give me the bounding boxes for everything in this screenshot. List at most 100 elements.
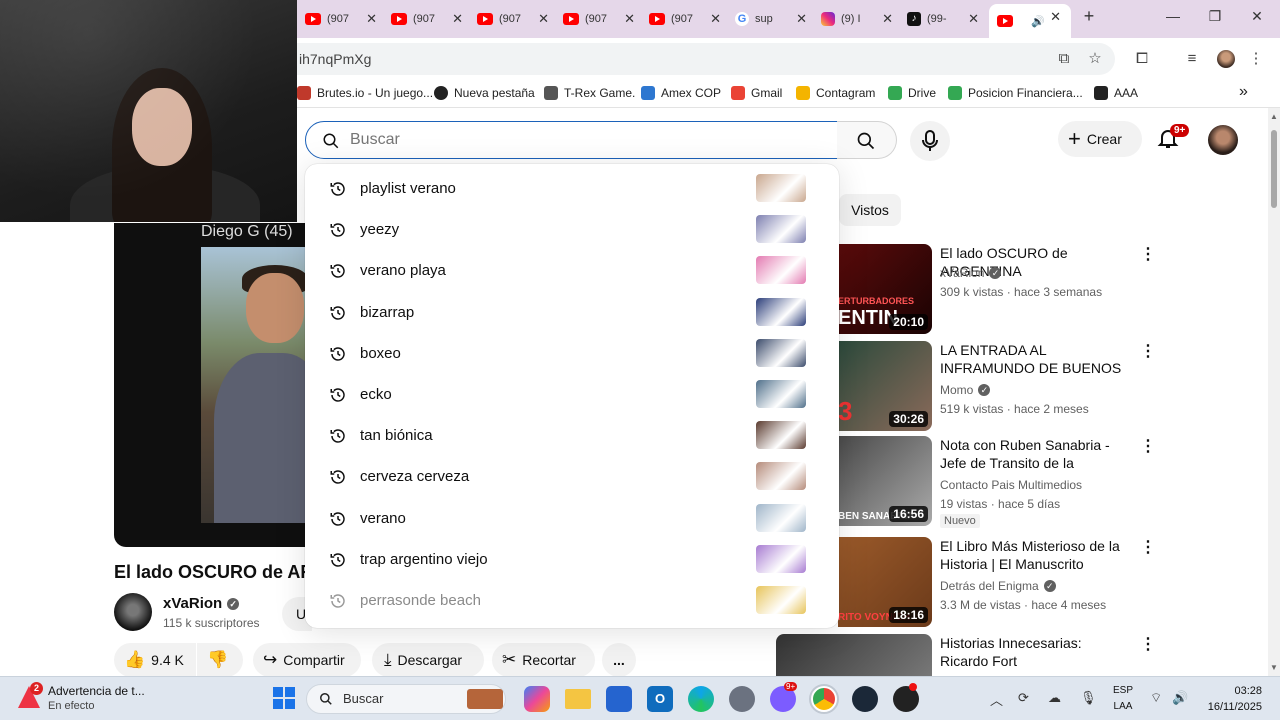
microsoft-store-icon[interactable] <box>606 686 632 712</box>
bookmark-item[interactable]: Posicion Financiera... <box>948 86 1083 100</box>
bookmark-item[interactable]: Drive <box>888 86 936 100</box>
related-video-title[interactable]: El Libro Más Misterioso de la Historia |… <box>940 537 1130 573</box>
channel-name[interactable]: xVaRion ✓ <box>163 595 240 612</box>
search-suggestion[interactable]: bizarrap <box>305 292 839 333</box>
search-suggestion[interactable]: tan biónica <box>305 415 839 456</box>
search-suggestion[interactable]: yeezy <box>305 209 839 250</box>
volume-icon[interactable]: 🔊 <box>1172 690 1188 706</box>
copilot-icon[interactable] <box>524 686 550 712</box>
share-button[interactable]: ↪ Compartir <box>253 643 361 676</box>
related-video-title[interactable]: Historias Innecesarias: Ricardo Fort <box>940 634 1130 670</box>
more-options-icon[interactable]: ⋮ <box>1140 636 1156 654</box>
close-window-icon[interactable]: ✕ <box>1247 8 1267 25</box>
video-thumbnail[interactable]: BEN SANABRIA 16:56 <box>838 436 932 526</box>
like-button[interactable]: 👍 9.4 K <box>114 643 196 676</box>
outlook-icon[interactable]: O <box>647 686 673 712</box>
close-tab-icon[interactable]: ✕ <box>452 11 463 27</box>
related-channel[interactable]: Momo ✓ <box>940 383 991 397</box>
close-tab-icon[interactable]: ✕ <box>968 11 979 27</box>
browser-menu-icon[interactable]: ⋮ <box>1247 50 1265 68</box>
page-scrollbar[interactable]: ▲ ▼ <box>1268 108 1280 676</box>
channel-avatar[interactable] <box>114 593 152 631</box>
language-indicator[interactable]: ESP LAA <box>1112 683 1134 715</box>
bookmark-item[interactable]: AAA <box>1094 86 1138 100</box>
browser-profile-avatar[interactable] <box>1217 50 1235 68</box>
new-tab-button[interactable]: + <box>1079 6 1099 27</box>
more-options-icon[interactable]: ⋮ <box>1140 246 1156 264</box>
bookmark-item[interactable]: Gmail <box>731 86 782 100</box>
bookmark-item[interactable]: Nueva pestaña <box>434 86 535 100</box>
search-suggestion[interactable]: verano <box>305 498 839 539</box>
video-player[interactable]: Diego G (45) <box>114 223 329 547</box>
dislike-button[interactable]: 👎 <box>197 643 243 676</box>
close-tab-icon[interactable]: ✕ <box>366 11 377 27</box>
search-suggestion[interactable]: cerveza cerveza <box>305 456 839 497</box>
steam-icon[interactable] <box>852 686 878 712</box>
media-control-icon[interactable]: ≡ <box>1183 50 1201 68</box>
download-button[interactable]: ⤓ Descargar <box>372 643 484 676</box>
related-video-item[interactable]: Historias Innecesarias: Ricardo Fort ⋮ <box>776 634 1156 676</box>
video-thumbnail[interactable]: ERTURBADORES ENTIN 20:10 <box>838 244 932 334</box>
scrollbar-thumb[interactable] <box>1271 130 1277 208</box>
related-video-title[interactable]: LA ENTRADA AL INFRAMUNDO DE BUENOS AIRES <box>940 341 1130 377</box>
notifications-button[interactable]: 9+ <box>1156 124 1190 152</box>
video-thumbnail[interactable]: 3 30:26 <box>838 341 932 431</box>
bookmark-item[interactable]: Brutes.io - Un juego... <box>297 86 433 100</box>
browser-tab-0[interactable]: (907 ✕ <box>305 6 379 32</box>
maximize-icon[interactable]: ❐ <box>1205 8 1225 25</box>
tab-audio-icon[interactable]: 🔊 <box>1031 15 1045 28</box>
extensions-icon[interactable]: ⧠ <box>1133 50 1151 68</box>
sync-icon[interactable]: ⟳ <box>1018 690 1029 706</box>
account-avatar[interactable] <box>1208 125 1238 155</box>
chrome-icon[interactable] <box>809 684 839 714</box>
browser-tab-3[interactable]: (907 ✕ <box>563 6 637 32</box>
search-suggestion[interactable]: ecko <box>305 374 839 415</box>
bookmark-item[interactable]: T-Rex Game. <box>544 86 635 100</box>
search-box[interactable] <box>305 121 838 159</box>
browser-tab-2[interactable]: (907 ✕ <box>477 6 551 32</box>
url-field[interactable]: ih7nqPmXg <box>297 43 1115 75</box>
browser-tab-7[interactable]: ♪ (99- ✕ <box>907 6 981 32</box>
search-suggestion[interactable]: perrasonde beach <box>305 580 839 621</box>
bookmark-item[interactable]: Amex COP <box>641 86 721 100</box>
video-thumbnail[interactable]: RITO VOYNICH 18:16 <box>838 537 932 627</box>
taskbar-search[interactable]: Buscar <box>306 684 506 714</box>
start-button[interactable] <box>272 686 298 712</box>
search-button[interactable] <box>837 121 897 159</box>
microphone-icon[interactable]: 🎙 <box>1080 690 1097 706</box>
create-button[interactable]: + Crear <box>1058 121 1142 157</box>
voice-search-button[interactable] <box>910 121 950 161</box>
browser-tab-8[interactable]: 🔊 ✕ <box>989 4 1071 38</box>
wifi-icon[interactable]: ⌔ <box>1150 690 1162 706</box>
related-channel[interactable]: Detrás del Enigma ✓ <box>940 579 1056 593</box>
search-suggestion[interactable]: verano playa <box>305 250 839 291</box>
minimize-icon[interactable]: — <box>1163 8 1183 24</box>
more-options-icon[interactable]: ⋮ <box>1140 343 1156 361</box>
search-input[interactable] <box>350 122 820 158</box>
browser-tab-5[interactable]: Gsup ✕ <box>735 6 809 32</box>
search-suggestion[interactable]: boxeo <box>305 333 839 374</box>
close-tab-icon[interactable]: ✕ <box>624 11 635 27</box>
close-tab-icon[interactable]: ✕ <box>796 11 807 27</box>
video-thumbnail[interactable] <box>776 634 932 676</box>
bookmarks-overflow-button[interactable]: » <box>1239 83 1248 101</box>
system-clock[interactable]: 03:28 16/11/2025 <box>1204 683 1262 715</box>
app-icon[interactable] <box>893 683 919 712</box>
chip-watched[interactable]: Vistos <box>839 194 901 226</box>
search-suggestion[interactable]: playlist verano <box>305 168 839 209</box>
browser-tab-1[interactable]: (907 ✕ <box>391 6 465 32</box>
clip-button[interactable]: ✂ Recortar <box>492 643 595 676</box>
scroll-up-icon[interactable]: ▲ <box>1270 112 1278 121</box>
edge-icon[interactable] <box>688 686 714 712</box>
close-tab-icon[interactable]: ✕ <box>882 11 893 27</box>
more-actions-button[interactable]: ... <box>602 643 636 676</box>
show-hidden-icons-icon[interactable]: ︿ <box>990 690 1003 709</box>
related-video-title[interactable]: Nota con Ruben Sanabria - Jefe de Transi… <box>940 436 1130 472</box>
search-suggestion[interactable]: trap argentino viejo <box>305 539 839 580</box>
close-tab-icon[interactable]: ✕ <box>538 11 549 27</box>
browser-tab-4[interactable]: (907 ✕ <box>649 6 723 32</box>
scroll-down-icon[interactable]: ▼ <box>1270 663 1278 672</box>
more-options-icon[interactable]: ⋮ <box>1140 539 1156 557</box>
file-explorer-icon[interactable] <box>565 689 591 709</box>
close-tab-icon[interactable]: ✕ <box>1050 9 1061 25</box>
